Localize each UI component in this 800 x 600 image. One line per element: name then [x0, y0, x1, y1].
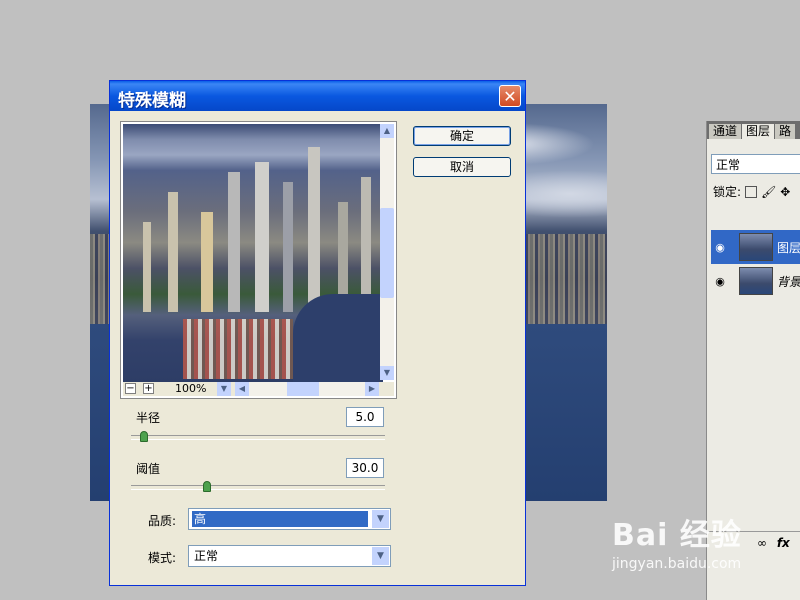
zoom-dropdown-icon[interactable]: ▼: [217, 382, 231, 396]
preview-roofs: [183, 319, 293, 379]
quality-select[interactable]: 高 ▼: [188, 508, 391, 530]
radius-input[interactable]: 5.0: [346, 407, 384, 427]
quality-value: 高: [192, 511, 368, 527]
blend-mode-select[interactable]: 正常: [711, 154, 800, 174]
preview-image[interactable]: [123, 124, 383, 384]
building: [201, 212, 213, 312]
building: [143, 222, 151, 312]
chevron-down-icon[interactable]: ▼: [372, 547, 389, 565]
watermark-text: Bai 经验: [612, 518, 742, 553]
preview-horizontal-scrollbar[interactable]: ◀ ▶: [235, 382, 379, 396]
building: [255, 162, 269, 312]
lock-row: 锁定: 🖌 ✥: [713, 183, 790, 200]
lock-label: 锁定:: [713, 185, 742, 199]
layer-thumbnail: [739, 267, 773, 295]
vertical-scroll-thumb[interactable]: [380, 208, 394, 298]
fx-icon[interactable]: fx: [777, 536, 790, 550]
preview-pane[interactable]: ▲ ▼ − + 100% ▼ ◀ ▶: [120, 121, 397, 399]
radius-slider-thumb[interactable]: [139, 431, 148, 442]
lock-transparency-icon[interactable]: [745, 185, 758, 198]
building: [228, 172, 240, 312]
ok-button[interactable]: 确定: [413, 126, 511, 146]
tab-paths[interactable]: 路: [775, 124, 796, 139]
special-blur-dialog: 特殊模糊 ✕ ▲ ▼ − + 100% ▼ ◀ ▶ 确定 取消 半径 5.0 阈…: [109, 80, 526, 586]
building: [361, 177, 371, 312]
layers-panel-tabs: 通道 图层 路: [707, 121, 800, 139]
quality-label: 品质:: [148, 514, 177, 528]
eye-icon[interactable]: ◉: [711, 275, 729, 288]
radius-label: 半径: [136, 411, 161, 425]
building: [283, 182, 293, 312]
tab-layers[interactable]: 图层: [742, 124, 775, 139]
mode-value: 正常: [194, 549, 219, 563]
radius-slider[interactable]: [131, 435, 385, 440]
dialog-title: 特殊模糊: [118, 91, 186, 111]
scroll-up-icon[interactable]: ▲: [380, 124, 394, 138]
mode-label: 模式:: [148, 551, 177, 565]
preview-bay: [293, 294, 383, 384]
link-icon[interactable]: ∞: [757, 536, 767, 550]
zoom-out-button[interactable]: −: [125, 383, 136, 394]
preview-zoom-bar: − + 100% ▼ ◀ ▶: [123, 382, 394, 396]
scroll-down-icon[interactable]: ▼: [380, 366, 394, 380]
layer-name: 背景: [777, 274, 800, 289]
watermark-url: jingyan.baidu.com: [612, 556, 742, 572]
preview-vertical-scrollbar[interactable]: ▲ ▼: [380, 124, 394, 380]
building: [308, 147, 320, 312]
scroll-right-icon[interactable]: ▶: [365, 382, 379, 396]
threshold-slider-thumb[interactable]: [203, 481, 212, 492]
zoom-in-button[interactable]: +: [143, 383, 154, 394]
threshold-slider[interactable]: [131, 485, 385, 490]
baidu-jingyan-watermark: Bai 经验 jingyan.baidu.com: [612, 510, 742, 572]
move-icon[interactable]: ✥: [780, 185, 790, 199]
threshold-input[interactable]: 30.0: [346, 458, 384, 478]
brush-icon[interactable]: 🖌: [761, 185, 776, 199]
close-button[interactable]: ✕: [499, 85, 521, 107]
cancel-button[interactable]: 取消: [413, 157, 511, 177]
chevron-down-icon[interactable]: ▼: [372, 510, 389, 528]
mode-select[interactable]: 正常 ▼: [188, 545, 391, 567]
dialog-titlebar[interactable]: 特殊模糊 ✕: [110, 81, 525, 111]
tab-channels[interactable]: 通道: [709, 124, 742, 139]
threshold-label: 阈值: [136, 462, 161, 476]
building: [168, 192, 178, 312]
scroll-left-icon[interactable]: ◀: [235, 382, 249, 396]
horizontal-scroll-thumb[interactable]: [287, 382, 319, 396]
layer-row-background[interactable]: ◉ 背景: [711, 264, 800, 298]
